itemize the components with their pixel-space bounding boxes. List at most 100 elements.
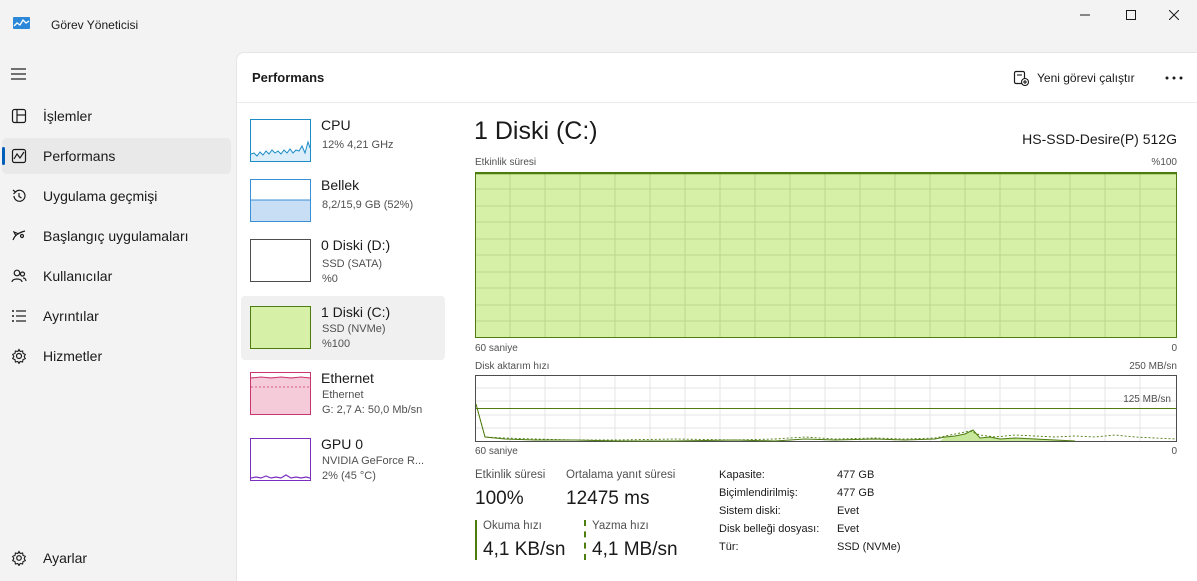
device-item-memory[interactable]: Bellek 8,2/15,9 GB (52%) (241, 169, 445, 233)
activity-graph-left-label: 60 saniye (475, 343, 518, 354)
write-rate-indicator (584, 520, 586, 560)
run-new-task-label: Yeni görevi çalıştır (1037, 71, 1135, 85)
device-detail: G: 2,7 A: 50,0 Mb/sn (322, 404, 423, 416)
close-icon (1169, 10, 1179, 20)
device-name: 0 Diski (D:) (321, 237, 391, 253)
disk-transfer-graph (475, 375, 1177, 442)
sidebar-item-label: Başlangıç uygulamaları (43, 228, 189, 244)
device-detail: Ethernet (322, 389, 364, 401)
startup-icon (12, 230, 26, 241)
window-title: Görev Yöneticisi (51, 18, 139, 32)
write-rate-label: Yazma hızı (592, 520, 649, 532)
device-item-cpu[interactable]: CPU 12% 4,21 GHz (241, 109, 445, 173)
property-key: Kapasite: (719, 469, 765, 481)
maximize-button[interactable] (1108, 0, 1154, 30)
sidebar-item-label: Ayarlar (43, 550, 88, 566)
hamburger-menu-icon[interactable] (10, 67, 28, 81)
transfer-graph-label: Disk aktarım hızı (475, 361, 550, 372)
services-icon (11, 348, 27, 364)
device-detail: %100 (322, 338, 351, 350)
more-options-icon (1165, 76, 1183, 80)
property-key: Tür: (719, 541, 739, 553)
device-detail: NVIDIA GeForce R... (322, 455, 425, 467)
device-name: Bellek (321, 177, 360, 193)
device-detail: 8,2/15,9 GB (52%) (322, 199, 414, 211)
sidebar-item-label: Performans (43, 148, 116, 164)
disk1-thumbnail-graph (250, 306, 311, 349)
detail-title: 1 Diski (C:) (474, 117, 598, 145)
details-icon (12, 310, 26, 322)
device-name: Ethernet (321, 370, 374, 386)
performance-icon (11, 148, 27, 164)
history-icon (12, 189, 26, 202)
avg-response-value: 12475 ms (566, 488, 650, 509)
sidebar-item-label: Hizmetler (43, 348, 103, 364)
cpu-thumbnail-graph (250, 119, 311, 162)
active-indicator (2, 147, 5, 165)
sidebar-item-label: Kullanıcılar (43, 268, 113, 284)
property-value: SSD (NVMe) (837, 541, 901, 553)
read-rate-indicator (475, 520, 477, 560)
sidebar-item-details[interactable]: Ayrıntılar (2, 298, 231, 334)
property-key: Sistem diski: (719, 505, 781, 517)
property-key: Biçimlendirilmiş: (719, 487, 798, 499)
memory-thumbnail-graph (250, 179, 311, 222)
device-detail: 12% 4,21 GHz (322, 139, 394, 151)
activity-graph-max-label: %100 (1151, 157, 1177, 168)
activity-graph-label: Etkinlik süresi (475, 157, 537, 168)
property-value: 477 GB (837, 469, 875, 481)
activity-graph-right-label: 0 (1171, 343, 1177, 354)
sidebar-item-performance[interactable]: Performans (2, 138, 231, 174)
sidebar-item-users[interactable]: Kullanıcılar (2, 258, 231, 294)
activity-time-label: Etkinlik süresi (475, 469, 546, 481)
main-panel: Performans Yeni görevi çalıştır CPU 12% … (236, 52, 1197, 581)
activity-time-value: 100% (475, 488, 524, 509)
property-value: Evet (837, 523, 860, 535)
gear-icon (11, 550, 27, 566)
read-rate-value: 4,1 KB/sn (483, 539, 566, 560)
device-item-ethernet[interactable]: Ethernet Ethernet G: 2,7 A: 50,0 Mb/sn (241, 362, 445, 426)
read-rate-label: Okuma hızı (483, 520, 542, 532)
title-bar: Görev Yöneticisi (0, 0, 1197, 48)
transfer-graph-max-label: 250 MB/sn (1129, 361, 1177, 372)
disk0-thumbnail-graph (250, 239, 311, 282)
device-detail: SSD (NVMe) (322, 323, 386, 335)
device-item-disk-0[interactable]: 0 Diski (D:) SSD (SATA) %0 (241, 229, 445, 293)
gpu-thumbnail-graph (250, 438, 311, 481)
sidebar-item-label: Ayrıntılar (43, 308, 99, 324)
minimize-icon (1080, 14, 1090, 16)
sidebar-item-processes[interactable]: İşlemler (2, 98, 231, 134)
sidebar-item-startup-apps[interactable]: Başlangıç uygulamaları (2, 218, 231, 254)
activity-time-graph (475, 172, 1177, 338)
maximize-icon (1126, 10, 1136, 20)
transfer-graph-right-label: 0 (1171, 446, 1177, 457)
run-new-task-button[interactable]: Yeni görevi çalıştır (1007, 65, 1141, 91)
main-header: Performans Yeni görevi çalıştır (237, 53, 1197, 103)
ethernet-thumbnail-graph (250, 372, 311, 415)
property-value: Evet (837, 505, 860, 517)
sidebar-item-label: Uygulama geçmişi (43, 188, 158, 204)
sidebar: İşlemler Performans Uygulama geçmişi Baş… (0, 48, 236, 581)
write-rate-value: 4,1 MB/sn (592, 539, 678, 560)
minimize-button[interactable] (1062, 0, 1108, 30)
device-detail: 2% (45 °C) (322, 470, 376, 482)
more-options-button[interactable] (1159, 65, 1189, 91)
sidebar-item-settings[interactable]: Ayarlar (2, 540, 231, 576)
device-name: 1 Diski (C:) (321, 304, 391, 320)
sidebar-item-label: İşlemler (43, 108, 93, 124)
processes-icon (11, 108, 27, 124)
transfer-graph-left-label: 60 saniye (475, 446, 518, 457)
property-key: Disk belleği dosyası: (719, 523, 820, 535)
device-list: CPU 12% 4,21 GHz Bellek 8,2/15,9 GB (52%… (237, 104, 447, 581)
task-manager-app-icon (13, 17, 30, 29)
device-item-gpu[interactable]: GPU 0 NVIDIA GeForce R... 2% (45 °C) (241, 428, 445, 492)
device-detail: SSD (SATA) (322, 258, 383, 270)
property-value: 477 GB (837, 487, 875, 499)
device-name: GPU 0 (321, 436, 364, 452)
close-button[interactable] (1151, 0, 1197, 30)
device-detail: %0 (322, 273, 338, 285)
sidebar-item-app-history[interactable]: Uygulama geçmişi (2, 178, 231, 214)
device-item-disk-1[interactable]: 1 Diski (C:) SSD (NVMe) %100 (241, 296, 445, 360)
sidebar-item-services[interactable]: Hizmetler (2, 338, 231, 374)
users-icon (11, 269, 27, 283)
